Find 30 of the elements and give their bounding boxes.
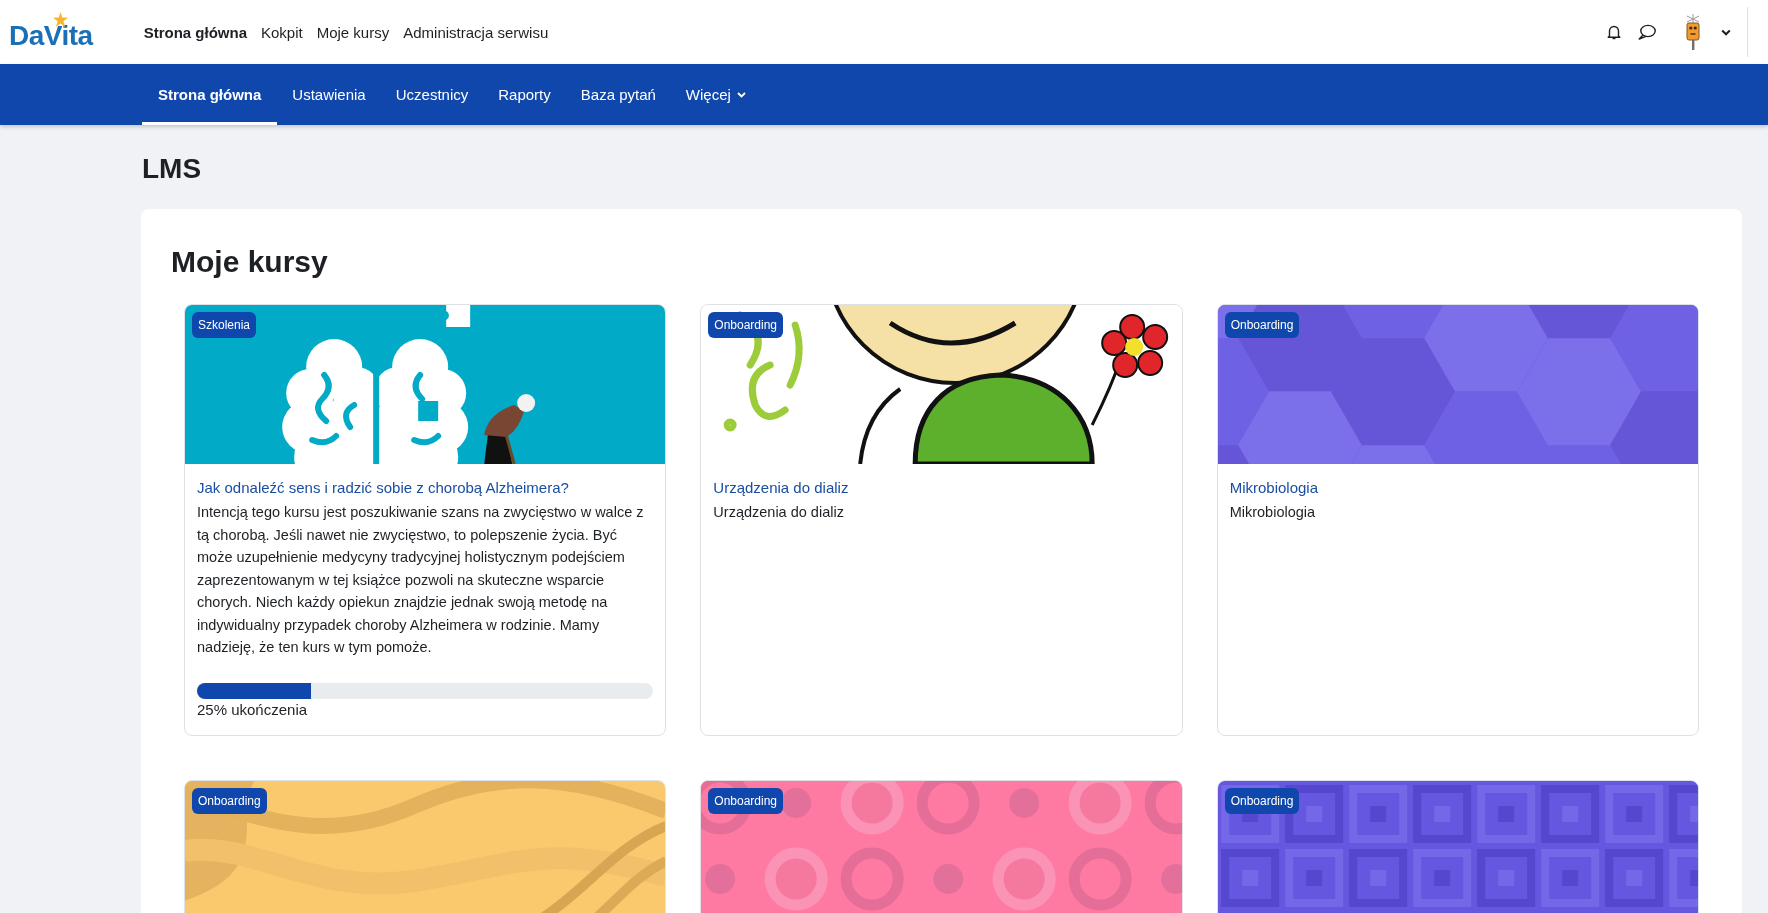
nav-link[interactable]: Administracja serwisu xyxy=(396,15,556,49)
secondary-nav-tab[interactable]: Raporty xyxy=(483,64,566,125)
course-title-link[interactable]: Mikrobiologia xyxy=(1229,478,1319,498)
section-title: Moje kursy xyxy=(171,244,329,280)
course-summary: Urządzenia do dializ xyxy=(713,503,845,522)
secondary-nav-tab[interactable]: Baza pytań xyxy=(565,64,671,125)
logo-link[interactable]: DaVita xyxy=(9,12,93,52)
star-icon xyxy=(53,12,68,27)
category-label: Szkolenia xyxy=(192,312,257,338)
course-summary: Mikrobiologia xyxy=(1229,503,1317,522)
bell-icon[interactable] xyxy=(1606,24,1622,40)
nav-link[interactable]: Strona główna xyxy=(136,15,254,49)
chat-icon[interactable] xyxy=(1638,24,1656,40)
secondary-nav-tab[interactable]: Uczestnicy xyxy=(380,64,484,125)
category-label: Onboarding xyxy=(708,787,784,814)
page-title: LMS xyxy=(142,152,203,186)
course-title-link[interactable]: Jak odnaleźć sens i radzić sobie z chorobą Alzheimera? xyxy=(197,478,569,498)
caret-icon[interactable] xyxy=(1721,28,1731,36)
course-summary: Intencją tego kursu jest poszukiwanie szans na zwycięstwo w walce z tą chorobą. Jeśli nawet nie zwycięstwo, to polepszenie życia. Być może uzupełnienie medycyny tradycyjnej holistycznym podejściem zaprezentowanym w tej książce pozwoli na skuteczne wsparcie chorych. Niech każdy opiekun znajdzie jednak swoją metodę na indywidualny przypadek choroby Alzheimera w rodzinie. Mamy nadzieję, że ten kurs w tym pomoże. xyxy=(197,503,645,657)
nav-link[interactable]: Moje kursy xyxy=(309,15,397,49)
category-label: Onboarding xyxy=(192,787,267,814)
category-label: Onboarding xyxy=(708,312,784,338)
course-title-link[interactable]: Urządzenia do dializ xyxy=(713,478,849,498)
secondary-nav-tab[interactable]: Ustawienia xyxy=(277,64,381,125)
robot-avatar-icon[interactable] xyxy=(1683,14,1703,50)
progress-label: 25% ukończenia xyxy=(197,699,309,720)
secondary-nav-tab[interactable]: Strona główna xyxy=(142,64,278,125)
nav-link[interactable]: Kokpit xyxy=(254,15,310,49)
category-label: Onboarding xyxy=(1224,312,1300,338)
secondary-nav-tab[interactable]: Więcej xyxy=(670,64,761,125)
